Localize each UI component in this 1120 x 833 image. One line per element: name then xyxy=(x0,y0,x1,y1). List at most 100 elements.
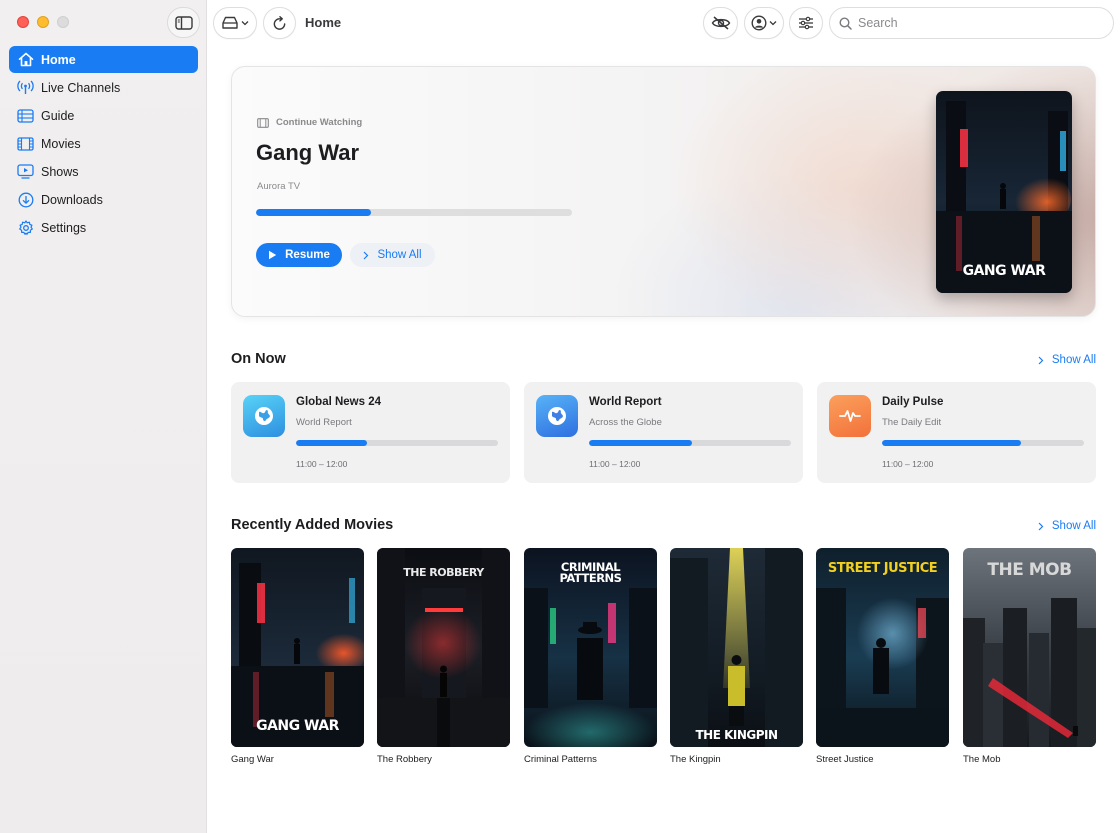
hero-poster-title: GANG WAR xyxy=(962,263,1046,279)
download-icon xyxy=(17,191,34,208)
page-title: Home xyxy=(305,15,342,30)
hero-progress-bar xyxy=(256,209,572,216)
movie-tile[interactable]: THE MOB The Mob xyxy=(963,548,1096,765)
sidebar-item-shows[interactable]: Shows xyxy=(9,158,198,185)
movie-poster[interactable]: STREET JUSTICE xyxy=(816,548,949,747)
program-time: 11:00 – 12:00 xyxy=(296,459,348,469)
sidebar-item-settings[interactable]: Settings xyxy=(9,214,198,241)
play-icon xyxy=(269,250,277,260)
refresh-button[interactable] xyxy=(263,7,296,39)
window-controls xyxy=(17,16,69,28)
program-progress-bar xyxy=(882,440,1084,446)
show-all-label: Show All xyxy=(377,249,422,261)
search-field[interactable] xyxy=(829,7,1114,39)
pulse-icon xyxy=(829,395,871,437)
movie-poster-title: THE MOB xyxy=(987,560,1072,580)
recent-movies-show-all-link[interactable]: Show All xyxy=(1038,520,1096,532)
sidebar-item-live-channels[interactable]: Live Channels xyxy=(9,74,198,101)
movie-title: The Kingpin xyxy=(670,754,721,765)
channel-card[interactable]: Global News 24 World Report 11:00 – 12:0… xyxy=(231,382,510,483)
sidebar-item-label: Movies xyxy=(41,136,81,151)
minimize-window-button[interactable] xyxy=(37,16,49,28)
movie-poster[interactable]: THE MOB xyxy=(963,548,1096,747)
hide-content-button[interactable] xyxy=(703,7,738,39)
program-progress-bar xyxy=(589,440,791,446)
sidebar-item-guide[interactable]: Guide xyxy=(9,102,198,129)
sidebar-item-label: Home xyxy=(41,52,76,67)
sidebar-item-movies[interactable]: Movies xyxy=(9,130,198,157)
search-input[interactable] xyxy=(858,16,1098,30)
sidebar-item-label: Downloads xyxy=(41,192,103,207)
movie-poster[interactable]: GANG WAR xyxy=(231,548,364,747)
program-title: World Report xyxy=(296,417,352,428)
globe-icon xyxy=(536,395,578,437)
antenna-icon xyxy=(17,79,34,96)
movie-poster[interactable]: CRIMINAL PATTERNS xyxy=(524,548,657,747)
on-now-show-all-link[interactable]: Show All xyxy=(1038,354,1096,366)
search-icon xyxy=(839,16,852,30)
eye-slash-icon xyxy=(711,16,730,30)
movie-tile[interactable]: THE ROBBERY The Robbery xyxy=(377,548,510,765)
chevron-down-icon xyxy=(241,21,249,26)
program-progress-fill xyxy=(882,440,1022,446)
gear-icon xyxy=(17,219,34,236)
movie-poster-title: CRIMINAL PATTERNS xyxy=(559,560,622,585)
sliders-icon xyxy=(799,16,813,30)
on-now-heading: On Now xyxy=(231,351,286,367)
chevron-down-icon xyxy=(769,21,777,26)
program-title: Across the Globe xyxy=(589,417,662,428)
sidebar-item-home[interactable]: Home xyxy=(9,46,198,73)
continue-watching-hero: Continue Watching Gang War Aurora TV Res… xyxy=(231,66,1096,317)
poster-artwork xyxy=(816,548,949,747)
toolbar: Home xyxy=(207,0,1120,46)
movie-poster-title: GANG WAR xyxy=(256,718,339,734)
movie-tile[interactable]: CRIMINAL PATTERNS Criminal Patterns xyxy=(524,548,657,765)
filters-button[interactable] xyxy=(789,7,823,39)
zoom-window-button[interactable] xyxy=(57,16,69,28)
sidebar-toggle-button[interactable] xyxy=(167,7,200,38)
hero-show-all-button[interactable]: Show All xyxy=(350,243,435,267)
movie-title: Criminal Patterns xyxy=(524,754,597,765)
resume-label: Resume xyxy=(285,249,330,261)
house-icon xyxy=(17,51,34,68)
drive-icon xyxy=(222,16,238,29)
movie-title: The Robbery xyxy=(377,754,432,765)
channel-card[interactable]: Daily Pulse The Daily Edit 11:00 – 12:00 xyxy=(817,382,1096,483)
program-time: 11:00 – 12:00 xyxy=(589,459,641,469)
film-icon xyxy=(17,135,34,152)
movie-tile[interactable]: THE KINGPIN The Kingpin xyxy=(670,548,803,765)
movie-poster-title: THE ROBBERY xyxy=(403,566,484,579)
globe-icon xyxy=(243,395,285,437)
hero-progress-fill xyxy=(256,209,372,216)
profile-menu-button[interactable] xyxy=(744,7,784,39)
hero-eyebrow: Continue Watching xyxy=(257,117,362,128)
channel-card[interactable]: World Report Across the Globe 11:00 – 12… xyxy=(524,382,803,483)
program-progress-fill xyxy=(589,440,693,446)
movie-tile[interactable]: STREET JUSTICE Street Justice xyxy=(816,548,949,765)
channel-name: World Report xyxy=(589,396,662,408)
chevron-right-icon xyxy=(364,251,369,259)
movie-tile[interactable]: GANG WAR Gang War xyxy=(231,548,364,765)
show-all-label: Show All xyxy=(1051,354,1096,366)
film-icon xyxy=(257,117,269,128)
chevron-right-icon xyxy=(1038,356,1044,364)
sidebar-item-downloads[interactable]: Downloads xyxy=(9,186,198,213)
close-window-button[interactable] xyxy=(17,16,29,28)
tv-icon xyxy=(17,163,34,180)
refresh-icon xyxy=(273,15,286,30)
person-circle-icon xyxy=(751,15,767,31)
source-menu-button[interactable] xyxy=(213,7,257,39)
hero-poster[interactable]: GANG WAR xyxy=(936,91,1072,293)
sidebar-icon xyxy=(174,15,193,30)
resume-button[interactable]: Resume xyxy=(256,243,342,267)
movie-title: The Mob xyxy=(963,754,1001,765)
movie-poster-title: STREET JUSTICE xyxy=(827,561,938,576)
sidebar-item-label: Guide xyxy=(41,108,75,123)
sidebar-nav: Home Live Channels Guide Movies Shows Do… xyxy=(9,46,198,242)
sidebar: Home Live Channels Guide Movies Shows Do… xyxy=(0,0,207,833)
channel-name: Global News 24 xyxy=(296,396,382,408)
program-progress-fill xyxy=(296,440,367,446)
movie-poster[interactable]: THE KINGPIN xyxy=(670,548,803,747)
program-title: The Daily Edit xyxy=(882,417,942,428)
movie-poster[interactable]: THE ROBBERY xyxy=(377,548,510,747)
